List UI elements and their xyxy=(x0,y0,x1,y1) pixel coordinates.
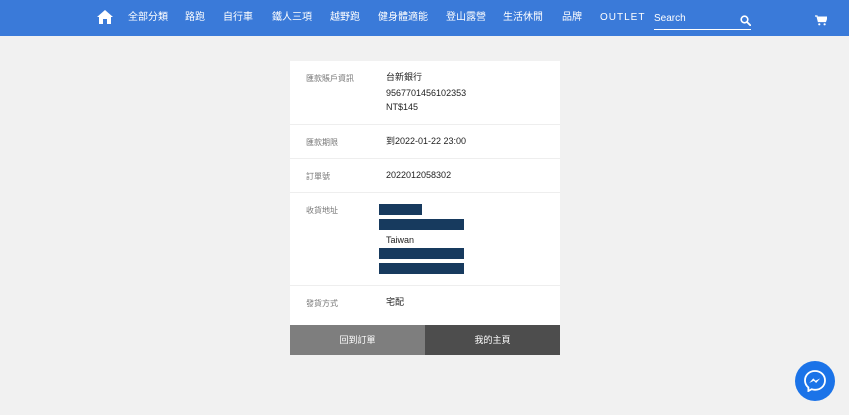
redacted-block xyxy=(379,248,464,259)
address-label: 收貨地址 xyxy=(306,206,338,215)
search-input[interactable] xyxy=(654,10,734,26)
bank-account-label: 匯款賬戶資訊 xyxy=(306,74,354,83)
nav-item-outlet[interactable]: OUTLET xyxy=(600,12,645,24)
nav-item-brands[interactable]: 品牌 xyxy=(562,12,582,24)
bank-account-row: 匯款賬戶資訊 台新銀行 9567701456102353 NT$145 xyxy=(290,61,560,125)
search-box xyxy=(654,8,752,30)
transfer-amount: NT$145 xyxy=(386,102,419,112)
back-to-orders-button[interactable]: 回到訂單 xyxy=(290,325,425,355)
nav-item-fitness[interactable]: 健身體適能 xyxy=(378,12,428,24)
shipping-row: 發貨方式 宅配 xyxy=(290,285,560,325)
cart-icon[interactable] xyxy=(815,13,828,26)
nav-item-all-categories[interactable]: 全部分類 xyxy=(128,12,168,24)
home-icon[interactable] xyxy=(97,10,113,24)
redacted-block xyxy=(379,219,464,230)
order-number-label: 訂單號 xyxy=(306,172,330,181)
order-number-row: 訂單號 2022012058302 xyxy=(290,158,560,193)
bank-name: 台新銀行 xyxy=(386,72,423,82)
nav-item-trail-running[interactable]: 越野跑 xyxy=(330,12,360,24)
nav-item-hiking-camping[interactable]: 登山露營 xyxy=(446,12,486,24)
shipping-label: 發貨方式 xyxy=(306,299,338,308)
nav-item-lifestyle[interactable]: 生活休閒 xyxy=(503,12,543,24)
payment-info-card: 匯款賬戶資訊 台新銀行 9567701456102353 NT$145 匯款期限… xyxy=(290,61,560,355)
redacted-block xyxy=(379,204,422,215)
order-number-value: 2022012058302 xyxy=(386,170,452,180)
my-home-button[interactable]: 我的主頁 xyxy=(425,325,560,355)
shipping-method: 宅配 xyxy=(386,297,405,307)
deadline-label: 匯款期限 xyxy=(306,138,338,147)
deadline-row: 匯款期限 到2022-01-22 23:00 xyxy=(290,124,560,159)
redacted-block xyxy=(379,263,464,274)
messenger-chat-button[interactable] xyxy=(795,361,835,401)
address-row: 收貨地址 Taiwan xyxy=(290,192,560,286)
search-icon[interactable] xyxy=(740,13,752,27)
nav-item-running[interactable]: 路跑 xyxy=(185,12,205,24)
top-navbar: 全部分類 路跑 自行車 鐵人三項 越野跑 健身體適能 登山露營 生活休閒 品牌 … xyxy=(0,0,849,36)
address-country: Taiwan xyxy=(386,235,415,245)
nav-item-triathlon[interactable]: 鐵人三項 xyxy=(272,12,312,24)
messenger-icon xyxy=(804,370,826,392)
nav-item-cycling[interactable]: 自行車 xyxy=(223,12,253,24)
deadline-value: 到2022-01-22 23:00 xyxy=(386,136,467,146)
